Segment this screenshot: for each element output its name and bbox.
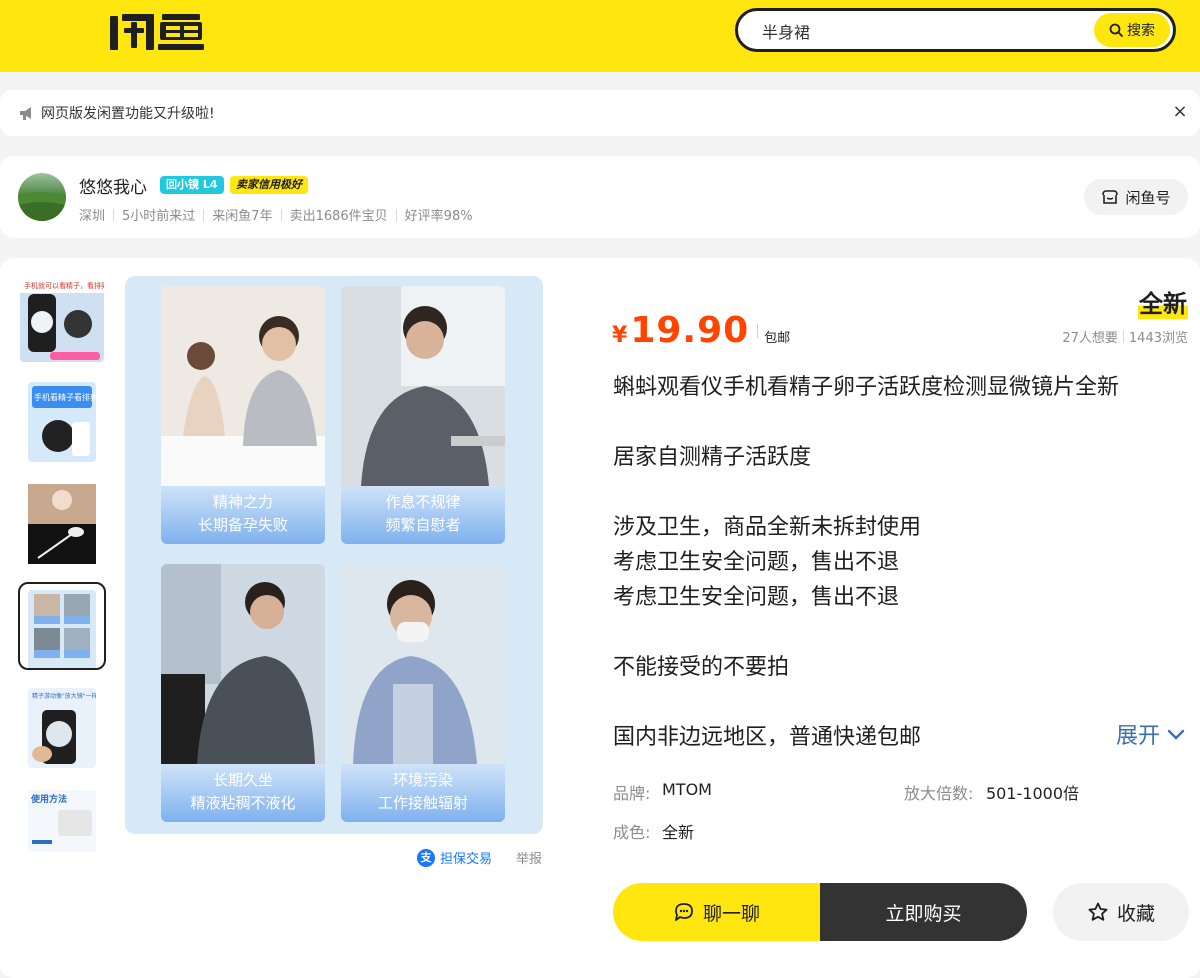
panel-2-line2: 频繁自慰者 — [385, 516, 461, 534]
price: 19.90 — [630, 310, 750, 351]
views-count: 1443浏览 — [1128, 331, 1188, 346]
notice-bar: 网页版发闲置功能又升级啦! × — [0, 90, 1200, 136]
image-panel-3: 长期久坐精液粘稠不液化 — [161, 564, 325, 822]
buy-label: 立即购买 — [885, 902, 962, 925]
thumbnail-2-caption: 手机看精子看排卵 — [34, 392, 96, 402]
divider — [280, 208, 282, 221]
alipay-icon: 支 — [417, 848, 435, 867]
wants-count: 27人想要 — [1062, 331, 1118, 346]
search-button[interactable]: 搜索 — [1094, 13, 1170, 47]
top-header: 搜索 — [0, 0, 1200, 72]
image-panel-1-caption: 精神之力长期备孕失败 — [161, 486, 325, 544]
panel-4-line2: 工作接触辐射 — [377, 794, 468, 812]
megaphone-icon — [20, 107, 31, 120]
notice-text: 网页版发闲置功能又升级啦! — [41, 106, 215, 122]
chat-bubble-icon — [675, 903, 693, 921]
zoom-label: 放大倍数: — [904, 784, 974, 803]
divider — [113, 208, 115, 221]
currency-symbol: ¥ — [612, 323, 628, 348]
panel-1-line1: 精神之力 — [212, 493, 273, 511]
desc-line-3: 考虑卫生安全问题，售出不退 — [613, 550, 900, 575]
zoom-value: 501-1000倍 — [986, 784, 1080, 803]
guarantee-trade[interactable]: 支 担保交易 — [417, 848, 492, 867]
desc-line-4: 考虑卫生安全问题，售出不退 — [613, 585, 900, 610]
seller-sold: 卖出1686件宝贝 — [289, 209, 388, 224]
seller-name[interactable]: 悠悠我心 — [79, 173, 147, 198]
image-panel-2: 作息不规律频繁自慰者 — [341, 286, 505, 544]
shop-icon — [1102, 190, 1119, 204]
expand-button[interactable]: 展开 — [1116, 718, 1186, 750]
divider — [1122, 330, 1124, 343]
divider — [203, 208, 205, 221]
thumbnail-6[interactable]: 使用方法 — [18, 786, 106, 852]
image-panel-1: 精神之力长期备孕失败 — [161, 286, 325, 544]
condition-label: 成色: — [613, 823, 651, 842]
product-title: 蝌蚪观看仪手机看精子卵子活跃度检测显微镜片全新 — [613, 375, 1120, 400]
chat-button[interactable]: 聊一聊 — [613, 883, 820, 941]
thumbnail-6-caption: 使用方法 — [30, 793, 67, 805]
desc-line-5: 不能接受的不要拍 — [613, 655, 790, 680]
search-input[interactable] — [762, 20, 1082, 42]
divider — [395, 208, 397, 221]
avatar[interactable] — [18, 173, 66, 221]
report-link[interactable]: 举报 — [516, 848, 542, 867]
thumbnail-1[interactable]: 手机就可以看精子，看排卵 — [18, 276, 106, 364]
expand-label: 展开 — [1115, 724, 1160, 749]
thumbnail-3[interactable] — [18, 480, 106, 568]
image-panel-2-caption: 作息不规律频繁自慰者 — [341, 486, 505, 544]
panel-2-line1: 作息不规律 — [385, 493, 461, 511]
chat-label: 聊一聊 — [702, 902, 760, 925]
guarantee-label: 担保交易 — [440, 852, 493, 867]
seller-tenure: 来闲鱼7年 — [212, 209, 273, 224]
thumbnail-4[interactable] — [18, 582, 106, 670]
seller-rating: 好评率98% — [404, 209, 473, 224]
desc-line-6: 国内非边远地区，普通快递包邮 — [613, 725, 922, 750]
brand-value: MTOM — [662, 780, 712, 799]
favorite-button[interactable]: 收藏 — [1053, 883, 1189, 941]
search-icon — [1109, 23, 1123, 37]
thumbnail-1-caption: 手机就可以看精子，看排卵 — [24, 281, 104, 290]
level-badge: 回小镜 L4 — [160, 176, 224, 194]
thumbnail-5-caption: 精子游动像"放大镜"一样清晰可见 — [32, 692, 96, 700]
xianyu-logo[interactable] — [108, 8, 208, 56]
seller-card: 悠悠我心 回小镜 L4 卖家信用极好 深圳 5小时前来过 来闲鱼7年 卖出168… — [0, 156, 1200, 238]
thumbnail-5[interactable]: 精子游动像"放大镜"一样清晰可见 — [18, 684, 106, 772]
main-product-image[interactable]: 精神之力长期备孕失败 作息不规律频繁自慰者 长期久坐精液粘稠不液化 环境污染工作… — [125, 276, 543, 834]
star-icon — [1088, 902, 1108, 921]
panel-3-line1: 长期久坐 — [212, 771, 273, 789]
buy-now-button[interactable]: 立即购买 — [820, 883, 1027, 941]
xianyu-id-button[interactable]: 闲鱼号 — [1084, 179, 1188, 215]
image-panel-4: 环境污染工作接触辐射 — [341, 564, 505, 822]
thumbnail-2[interactable]: 手机看精子看排卵 — [18, 378, 106, 466]
condition-value: 全新 — [662, 823, 695, 842]
panel-3-line2: 精液粘稠不液化 — [190, 794, 296, 812]
divider — [757, 323, 759, 338]
favorite-label: 收藏 — [1116, 902, 1155, 925]
price-row: ¥ 19.90 包邮 — [612, 310, 790, 351]
panel-1-line2: 长期备孕失败 — [197, 516, 288, 534]
desc-line-2: 涉及卫生，商品全新未拆封使用 — [613, 515, 922, 540]
seller-last-seen: 5小时前来过 — [122, 209, 196, 224]
brand-label: 品牌: — [613, 784, 651, 803]
search-button-label: 搜索 — [1127, 23, 1155, 39]
credit-badge: 卖家信用极好 — [230, 176, 308, 194]
search-bar: 搜索 — [735, 8, 1176, 52]
item-stats: 27人想要 1443浏览 — [1062, 327, 1188, 346]
desc-line-1: 居家自测精子活跃度 — [613, 445, 812, 470]
condition-tag: 全新 — [1138, 284, 1188, 319]
product-description: 蝌蚪观看仪手机看精子卵子活跃度检测显微镜片全新 居家自测精子活跃度 涉及卫生，商… — [613, 370, 1173, 755]
image-panel-3-caption: 长期久坐精液粘稠不液化 — [161, 764, 325, 822]
image-panel-4-caption: 环境污染工作接触辐射 — [341, 764, 505, 822]
panel-4-line1: 环境污染 — [392, 771, 453, 789]
seller-meta: 深圳 5小时前来过 来闲鱼7年 卖出1686件宝贝 好评率98% — [79, 205, 473, 224]
xianyu-id-label: 闲鱼号 — [1125, 188, 1171, 207]
close-icon[interactable]: × — [1172, 102, 1188, 122]
shipping-label: 包邮 — [764, 331, 791, 346]
chevron-down-icon — [1167, 729, 1185, 740]
product-card: 手机就可以看精子，看排卵 手机看精子看排卵 精子游动像"放大镜"一样清晰可见 — [0, 258, 1200, 978]
seller-location: 深圳 — [79, 209, 106, 224]
